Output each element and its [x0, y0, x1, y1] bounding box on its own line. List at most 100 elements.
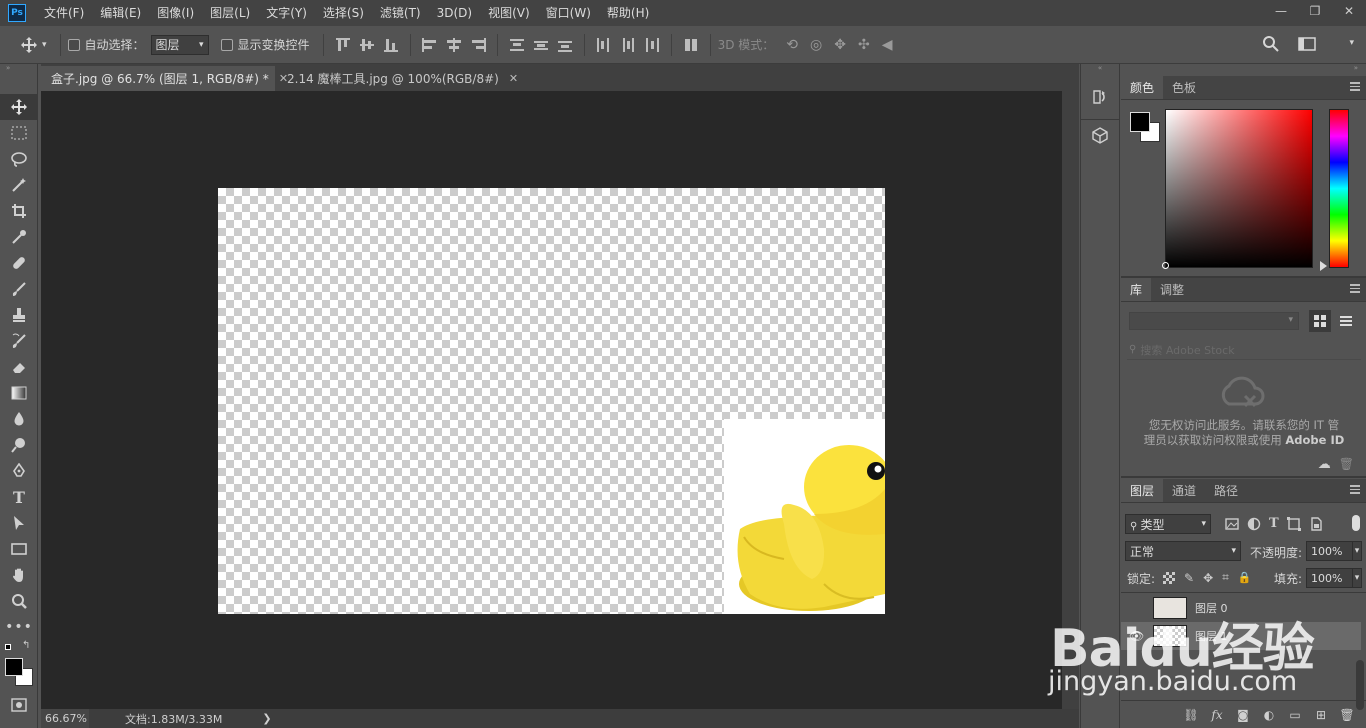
panel-menu-icon[interactable]	[1350, 82, 1360, 91]
layer-row-selected[interactable]: 👁 图层 1	[1121, 622, 1361, 650]
stock-search-field[interactable]: ⚲ 搜索 Adobe Stock	[1127, 340, 1361, 360]
menu-help[interactable]: 帮助(H)	[599, 0, 657, 26]
menu-image[interactable]: 图像(I)	[149, 0, 202, 26]
filter-pixel-icon[interactable]	[1225, 517, 1239, 531]
zoom-tool[interactable]	[0, 588, 38, 614]
filter-toggle[interactable]	[1352, 515, 1360, 531]
distribute-hcenter-icon[interactable]	[619, 37, 637, 53]
gradient-tool[interactable]	[0, 380, 38, 406]
panel-menu-icon[interactable]	[1350, 284, 1360, 293]
type-tool[interactable]: T	[0, 484, 38, 510]
3d-panel-button[interactable]	[1081, 120, 1119, 150]
collapse-icon[interactable]: »	[1121, 64, 1366, 74]
history-panel-button[interactable]	[1081, 82, 1119, 112]
stamp-tool[interactable]	[0, 302, 38, 328]
menu-layer[interactable]: 图层(L)	[202, 0, 258, 26]
menu-view[interactable]: 视图(V)	[480, 0, 538, 26]
distribute-vcenter-icon[interactable]	[532, 37, 550, 53]
magic-wand-tool[interactable]	[0, 172, 38, 198]
tab-paths[interactable]: 路径	[1205, 479, 1247, 502]
align-vertical-center-icon[interactable]	[358, 37, 376, 53]
align-left-icon[interactable]	[421, 37, 439, 53]
new-layer-icon[interactable]: ⊞	[1308, 708, 1334, 722]
color-field-handle[interactable]	[1162, 262, 1169, 269]
tab-swatches[interactable]: 色板	[1163, 76, 1205, 99]
grid-view-button[interactable]	[1309, 310, 1331, 332]
fill-field[interactable]: 100%	[1306, 568, 1352, 588]
default-colors-icon[interactable]	[5, 644, 11, 650]
swap-colors-icon[interactable]: ↰	[22, 640, 30, 651]
search-icon[interactable]	[1262, 35, 1280, 53]
layer-row[interactable]: 图层 0	[1121, 594, 1361, 622]
3d-scale-icon[interactable]: ◀	[882, 37, 893, 53]
filter-type-icon[interactable]: T	[1269, 516, 1279, 531]
menu-window[interactable]: 窗口(W)	[538, 0, 599, 26]
trash-icon[interactable]: 🗑	[1339, 457, 1354, 472]
lock-artboard-icon[interactable]: ⌗	[1222, 570, 1229, 585]
trash-icon[interactable]: 🗑	[1334, 708, 1360, 722]
distribute-right-icon[interactable]	[643, 37, 661, 53]
menu-3d[interactable]: 3D(D)	[429, 0, 480, 26]
filter-shape-icon[interactable]	[1286, 516, 1301, 531]
distribute-bottom-icon[interactable]	[556, 37, 574, 53]
opacity-field[interactable]: 100%	[1306, 541, 1352, 561]
layer-filter-dropdown[interactable]: ⚲ 类型 ▾	[1125, 514, 1211, 534]
collapse-icon[interactable]: »	[0, 64, 37, 72]
adjustment-layer-icon[interactable]: ◐	[1256, 708, 1282, 722]
restore-button[interactable]: ❐	[1298, 0, 1332, 22]
menu-select[interactable]: 选择(S)	[315, 0, 372, 26]
lasso-tool[interactable]	[0, 146, 38, 172]
visibility-eye-icon[interactable]: 👁	[1129, 629, 1144, 643]
3d-roll-icon[interactable]: ◎	[810, 37, 822, 53]
3d-orbit-icon[interactable]: ⟲	[786, 37, 798, 53]
pen-tool[interactable]	[0, 458, 38, 484]
lock-position-icon[interactable]: ✥	[1203, 571, 1213, 585]
hand-tool[interactable]	[0, 562, 38, 588]
lock-transparent-icon[interactable]	[1163, 571, 1175, 584]
menu-type[interactable]: 文字(Y)	[258, 0, 315, 26]
list-view-button[interactable]	[1335, 310, 1357, 332]
dodge-tool[interactable]	[0, 432, 38, 458]
menu-file[interactable]: 文件(F)	[36, 0, 92, 26]
blend-mode-dropdown[interactable]: 正常 ▾	[1125, 541, 1241, 561]
adobe-id-link[interactable]: Adobe ID	[1285, 433, 1344, 447]
distribute-left-icon[interactable]	[595, 37, 613, 53]
3d-pan-icon[interactable]: ✥	[834, 37, 846, 53]
cloud-sync-icon[interactable]: ☁	[1318, 457, 1331, 472]
menu-edit[interactable]: 编辑(E)	[92, 0, 149, 26]
tab-document-2[interactable]: 2.14 魔棒工具.jpg @ 100%(RGB/8#) ✕	[277, 66, 518, 91]
distribute-top-icon[interactable]	[508, 37, 526, 53]
eyedropper-tool[interactable]	[0, 224, 38, 250]
hue-slider-handle[interactable]	[1320, 261, 1327, 271]
show-transform-checkbox[interactable]: 显示变换控件	[220, 36, 310, 53]
auto-align-layers-icon[interactable]	[682, 37, 700, 53]
add-mask-icon[interactable]: ◙	[1230, 708, 1256, 722]
align-right-icon[interactable]	[469, 37, 487, 53]
tab-adjustments[interactable]: 调整	[1151, 278, 1193, 301]
quick-mask-tool[interactable]	[0, 692, 38, 718]
chevron-down-icon[interactable]: ▾	[1352, 541, 1362, 561]
link-layers-icon[interactable]: ⛓	[1178, 708, 1204, 722]
auto-select-target-dropdown[interactable]: 图层 ▾	[150, 34, 209, 55]
path-selection-tool[interactable]	[0, 510, 38, 536]
auto-select-checkbox[interactable]: 自动选择：	[67, 36, 145, 53]
tab-layers[interactable]: 图层	[1121, 479, 1164, 502]
move-tool-preset[interactable]: ▾	[20, 36, 47, 54]
chevron-down-icon[interactable]: ▾	[1352, 568, 1362, 588]
healing-brush-tool[interactable]	[0, 250, 38, 276]
close-button[interactable]: ✕	[1332, 0, 1366, 22]
crop-tool[interactable]	[0, 198, 38, 224]
align-horizontal-center-icon[interactable]	[445, 37, 463, 53]
library-dropdown[interactable]: ▾	[1129, 312, 1299, 330]
zoom-level-field[interactable]: 66.67%	[41, 709, 89, 728]
status-menu-arrow-icon[interactable]: ❯	[262, 712, 271, 725]
eraser-tool[interactable]	[0, 354, 38, 380]
foreground-color-swatch[interactable]	[1130, 112, 1150, 132]
more-tools[interactable]: •••	[0, 614, 38, 640]
chevron-down-icon[interactable]: ▾	[1349, 38, 1354, 48]
panel-menu-icon[interactable]	[1350, 485, 1360, 494]
document-canvas[interactable]	[218, 188, 885, 614]
tab-channels[interactable]: 通道	[1163, 479, 1205, 502]
lock-pixels-brush-icon[interactable]: ✎	[1184, 571, 1194, 585]
vertical-scrollbar[interactable]	[1062, 91, 1079, 709]
